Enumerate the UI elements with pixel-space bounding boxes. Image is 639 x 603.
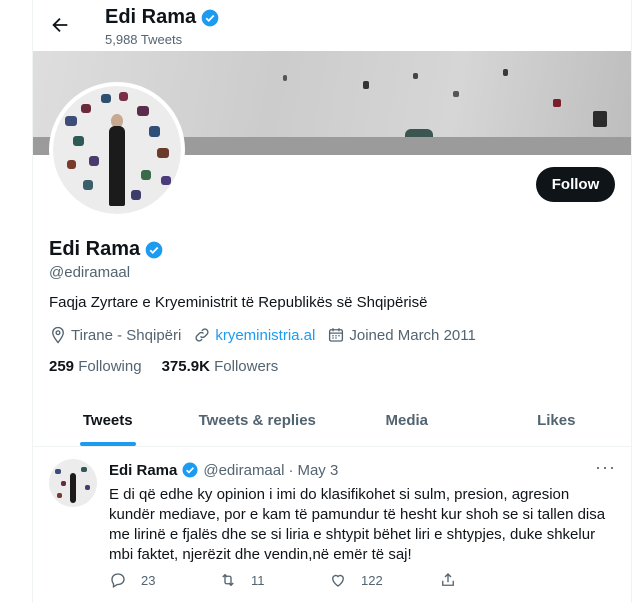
profile-avatar[interactable] — [49, 82, 185, 218]
reply-icon — [111, 573, 125, 588]
following-link[interactable]: 259 Following — [49, 358, 142, 375]
retweet-icon — [222, 573, 234, 587]
more-icon[interactable]: ··· — [595, 457, 616, 478]
reply-button[interactable]: 23 — [109, 571, 219, 589]
tab-media[interactable]: Media — [332, 396, 482, 446]
tab-tweets-and-replies[interactable]: Tweets & replies — [183, 396, 333, 446]
tweet-author-handle[interactable]: @ediramaal — [203, 462, 284, 479]
verified-badge-icon — [181, 461, 199, 479]
profile-stats: 259 Following 375.9K Followers — [49, 358, 278, 375]
website-link[interactable]: kryeministria.al — [215, 327, 315, 344]
tab-tweets-and-replies-label: Tweets & replies — [198, 412, 316, 429]
profile-meta: Tirane - Shqipëri kryeministria.al Joine… — [49, 326, 488, 344]
header-name: Edi Rama — [105, 6, 220, 29]
tweet-separator: · — [288, 461, 294, 479]
tab-likes[interactable]: Likes — [482, 396, 632, 446]
reply-count: 23 — [141, 572, 156, 588]
following-count: 259 — [49, 358, 75, 375]
profile-page: Edi Rama 5,988 Tweets Follow Edi Rama @e… — [32, 0, 632, 603]
followers-label: Followers — [214, 358, 279, 375]
tweet-item[interactable]: Edi Rama @ediramaal · May 3 ··· E di që … — [33, 447, 631, 603]
calendar-icon — [329, 328, 344, 342]
tab-tweets[interactable]: Tweets — [33, 396, 183, 446]
profile-tabs: Tweets Tweets & replies Media Likes — [33, 396, 631, 447]
profile-bio: Faqja Zyrtare e Kryeministrit të Republi… — [49, 294, 428, 311]
tweet-actions: 23 11 122 — [109, 571, 549, 589]
share-button[interactable] — [439, 571, 549, 589]
like-button[interactable]: 122 — [329, 571, 439, 589]
profile-name: Edi Rama — [49, 238, 164, 261]
tweet-text: E di që edhe ky opinion i imi do klasifi… — [109, 486, 606, 563]
tab-likes-label: Likes — [537, 412, 576, 429]
retweet-button[interactable]: 11 — [219, 571, 329, 589]
link-icon — [195, 328, 209, 342]
location-text: Tirane - Shqipëri — [71, 326, 182, 344]
verified-badge-icon — [144, 240, 164, 260]
like-icon — [332, 574, 344, 587]
share-icon — [442, 573, 454, 586]
back-button[interactable] — [47, 12, 73, 38]
header-name-text: Edi Rama — [105, 6, 197, 28]
joined-text: Joined March 2011 — [349, 326, 476, 344]
tab-media-label: Media — [385, 412, 428, 429]
profile-handle: @ediramaal — [49, 264, 131, 281]
follow-button[interactable]: Follow — [536, 167, 615, 202]
active-tab-indicator — [79, 442, 136, 446]
location-icon — [52, 326, 64, 344]
profile-location: Tirane - Shqipëri — [49, 326, 181, 344]
following-label: Following — [78, 358, 142, 375]
header-tweet-count: 5,988 Tweets — [105, 32, 183, 47]
followers-link[interactable]: 375.9K Followers — [162, 358, 279, 375]
tweet-avatar[interactable] — [49, 459, 97, 507]
profile-header-bar: Edi Rama 5,988 Tweets — [33, 0, 631, 51]
profile-name-text: Edi Rama — [49, 238, 141, 260]
back-arrow-icon — [52, 17, 68, 33]
verified-badge-icon — [200, 8, 220, 28]
tweet-date[interactable]: May 3 — [297, 462, 338, 479]
profile-joined: Joined March 2011 — [327, 326, 476, 344]
retweet-count: 11 — [251, 572, 265, 588]
tweet-author-name[interactable]: Edi Rama — [109, 462, 177, 479]
tab-tweets-label: Tweets — [82, 412, 133, 429]
profile-website[interactable]: kryeministria.al — [193, 326, 315, 344]
like-count: 122 — [361, 572, 383, 588]
followers-count: 375.9K — [161, 358, 210, 375]
tweet-header: Edi Rama @ediramaal · May 3 — [109, 461, 338, 479]
